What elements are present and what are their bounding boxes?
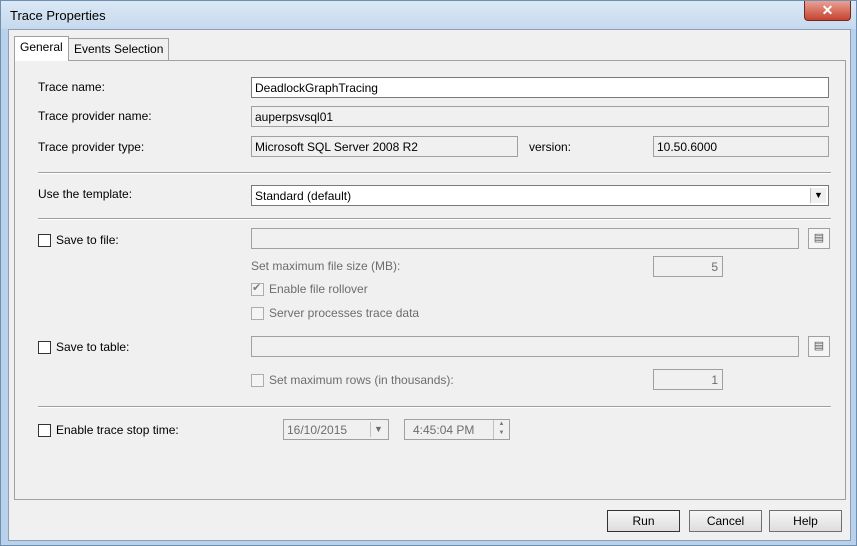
chevron-down-icon[interactable]: ▼ xyxy=(370,422,386,437)
trace-properties-window: Trace Properties ✕ General Events Select… xyxy=(0,0,857,546)
max-rows-label: Set maximum rows (in thousands): xyxy=(269,373,454,387)
spin-up-icon[interactable]: ▲ xyxy=(494,420,509,429)
chevron-down-icon[interactable]: ▼ xyxy=(810,188,826,203)
save-to-table-checkbox[interactable] xyxy=(38,341,51,354)
stop-time-checkbox[interactable] xyxy=(38,424,51,437)
max-file-size-label: Set maximum file size (MB): xyxy=(251,259,401,273)
tab-events-selection-label: Events Selection xyxy=(74,42,164,56)
tab-general[interactable]: General xyxy=(14,36,69,61)
spin-buttons[interactable]: ▲ ▼ xyxy=(493,420,509,439)
version-field: 10.50.6000 xyxy=(653,136,829,157)
stop-time-value: 4:45:04 PM xyxy=(413,423,475,437)
max-file-size-input[interactable]: 5 xyxy=(653,256,723,277)
provider-type-label: Trace provider type: xyxy=(38,140,145,154)
browse-file-icon[interactable]: ▤ xyxy=(808,228,830,249)
stop-date-value: 16/10/2015 xyxy=(287,423,348,437)
max-rows-input[interactable]: 1 xyxy=(653,369,723,390)
max-rows-checkbox[interactable] xyxy=(251,374,264,387)
help-button[interactable]: Help xyxy=(769,510,842,532)
tab-events-selection[interactable]: Events Selection xyxy=(68,38,170,60)
template-select-value: Standard (default) xyxy=(255,189,352,203)
provider-type-field: Microsoft SQL Server 2008 R2 xyxy=(251,136,518,157)
save-to-file-label: Save to file: xyxy=(56,233,119,247)
stop-time-label: Enable trace stop time: xyxy=(56,423,179,437)
enable-rollover-label: Enable file rollover xyxy=(269,282,368,296)
save-to-file-input[interactable] xyxy=(251,228,799,249)
server-processes-label: Server processes trace data xyxy=(269,306,420,320)
save-to-table-input[interactable] xyxy=(251,336,799,357)
checkmark-icon: ✔ xyxy=(252,282,262,294)
title-bar[interactable]: Trace Properties ✕ xyxy=(1,1,856,29)
trace-name-input[interactable]: DeadlockGraphTracing xyxy=(251,77,829,98)
tab-general-label: General xyxy=(20,40,63,54)
template-label: Use the template: xyxy=(38,187,133,201)
general-panel: Trace name: DeadlockGraphTracing Trace p… xyxy=(14,60,846,500)
close-button[interactable]: ✕ xyxy=(804,1,851,21)
stop-date-picker[interactable]: 16/10/2015 ▼ xyxy=(283,419,389,440)
browse-table-icon[interactable]: ▤ xyxy=(808,336,830,357)
version-label: version: xyxy=(529,140,572,154)
separator-3 xyxy=(38,406,831,408)
run-button[interactable]: Run xyxy=(607,510,680,532)
separator-1 xyxy=(38,172,831,174)
trace-name-label: Trace name: xyxy=(38,80,105,94)
dialog-client-area: General Events Selection Trace name: Dea… xyxy=(8,29,851,541)
stop-time-spinner[interactable]: 4:45:04 PM ▲ ▼ xyxy=(404,419,510,440)
template-select[interactable]: Standard (default) ▼ xyxy=(251,185,829,206)
provider-name-label: Trace provider name: xyxy=(38,109,152,123)
cancel-button[interactable]: Cancel xyxy=(689,510,762,532)
save-to-table-label: Save to table: xyxy=(56,340,130,354)
spin-down-icon[interactable]: ▼ xyxy=(494,429,509,438)
separator-2 xyxy=(38,218,831,220)
window-title: Trace Properties xyxy=(10,8,106,23)
server-processes-checkbox[interactable] xyxy=(251,307,264,320)
save-to-file-checkbox[interactable] xyxy=(38,234,51,247)
enable-rollover-checkbox[interactable]: ✔ xyxy=(251,282,264,296)
provider-name-field: auperpsvsql01 xyxy=(251,106,829,127)
